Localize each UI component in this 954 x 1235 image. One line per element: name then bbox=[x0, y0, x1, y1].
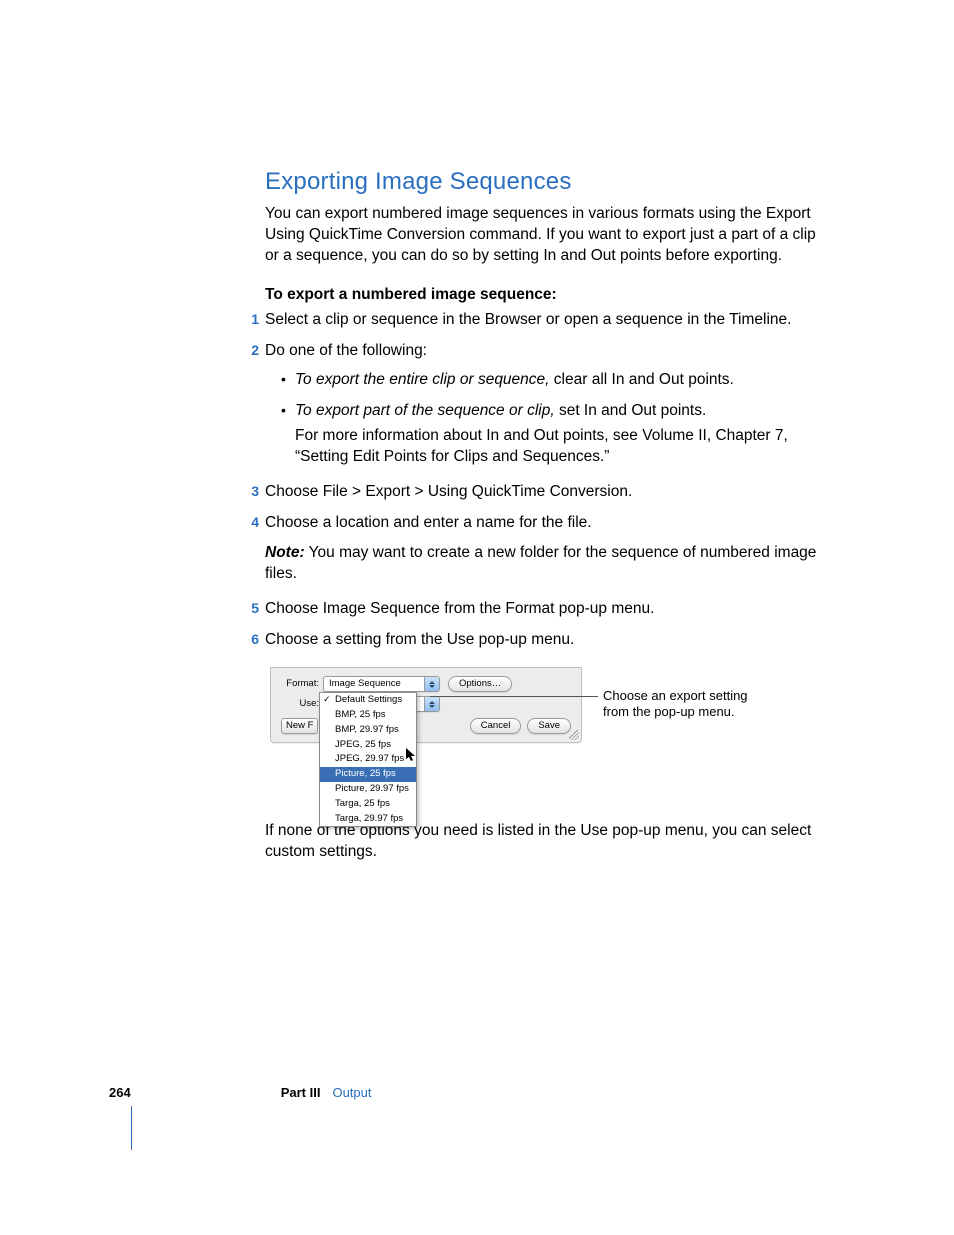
bullet-more: For more information about In and Out po… bbox=[295, 426, 830, 468]
step-number: 4 bbox=[247, 513, 259, 532]
step-5: 5 Choose Image Sequence from the Format … bbox=[265, 599, 830, 620]
format-popup[interactable]: Image Sequence bbox=[323, 676, 440, 692]
step-text: Choose Image Sequence from the Format po… bbox=[265, 600, 654, 617]
dropdown-item[interactable]: Default Settings bbox=[320, 693, 416, 708]
dropdown-item[interactable]: Targa, 29.97 fps bbox=[320, 812, 416, 827]
dialog-figure: Format: Image Sequence Options… Use: bbox=[270, 667, 830, 797]
step-number: 3 bbox=[247, 482, 259, 501]
footer-section: Output bbox=[332, 1084, 371, 1102]
format-popup-value: Image Sequence bbox=[329, 678, 401, 691]
bullet-export-part: To export part of the sequence or clip, … bbox=[281, 401, 830, 468]
step-4-note: Note: You may want to create a new folde… bbox=[265, 543, 830, 585]
mouse-cursor-icon bbox=[406, 748, 416, 762]
steps-list: 1 Select a clip or sequence in the Brows… bbox=[265, 310, 830, 651]
new-folder-button[interactable]: New F bbox=[281, 718, 318, 734]
page-number: 264 bbox=[109, 1084, 131, 1102]
options-button[interactable]: Options… bbox=[448, 676, 512, 692]
bullet-rest: clear all In and Out points. bbox=[549, 371, 733, 388]
bullet-rest: set In and Out points. bbox=[555, 402, 707, 419]
bullet-export-entire: To export the entire clip or sequence, c… bbox=[281, 370, 830, 391]
dropdown-item[interactable]: Picture, 29.97 fps bbox=[320, 782, 416, 797]
step-2: 2 Do one of the following: To export the… bbox=[265, 341, 830, 468]
note-label: Note: bbox=[265, 544, 305, 561]
dropdown-item[interactable]: JPEG, 25 fps bbox=[320, 738, 416, 753]
callout-line bbox=[430, 696, 598, 697]
step-text: Choose a location and enter a name for t… bbox=[265, 514, 592, 531]
resize-grip-icon[interactable] bbox=[569, 730, 579, 740]
intro-paragraph: You can export numbered image sequences … bbox=[265, 204, 830, 267]
content-column: Exporting Image Sequences You can export… bbox=[265, 166, 830, 877]
step-2-bullets: To export the entire clip or sequence, c… bbox=[281, 370, 830, 468]
step-number: 1 bbox=[247, 310, 259, 329]
format-label: Format: bbox=[281, 678, 323, 691]
footer-part: Part III bbox=[281, 1084, 321, 1102]
step-1: 1 Select a clip or sequence in the Brows… bbox=[265, 310, 830, 331]
note-text: You may want to create a new folder for … bbox=[265, 544, 816, 582]
step-4: 4 Choose a location and enter a name for… bbox=[265, 513, 830, 586]
format-row: Format: Image Sequence Options… bbox=[281, 676, 571, 692]
page: Exporting Image Sequences You can export… bbox=[0, 0, 954, 1235]
procedure-heading: To export a numbered image sequence: bbox=[265, 285, 830, 306]
callout-text: Choose an export setting from the pop-up… bbox=[603, 688, 763, 721]
step-text: Choose a setting from the Use pop-up men… bbox=[265, 631, 574, 648]
use-dropdown-menu[interactable]: Default SettingsBMP, 25 fpsBMP, 29.97 fp… bbox=[319, 692, 417, 827]
step-text: Select a clip or sequence in the Browser… bbox=[265, 311, 791, 328]
save-button[interactable]: Save bbox=[527, 718, 571, 734]
bullet-lead: To export the entire clip or sequence, bbox=[295, 371, 549, 388]
step-number: 5 bbox=[247, 599, 259, 618]
stepper-icon bbox=[424, 697, 439, 711]
page-footer: 264 Part III Output bbox=[109, 1084, 371, 1102]
section-heading: Exporting Image Sequences bbox=[265, 166, 830, 198]
bullet-lead: To export part of the sequence or clip, bbox=[295, 402, 555, 419]
dropdown-item[interactable]: BMP, 25 fps bbox=[320, 708, 416, 723]
step-text: Do one of the following: bbox=[265, 342, 427, 359]
dropdown-item[interactable]: Picture, 25 fps bbox=[320, 767, 416, 782]
step-text: Choose File > Export > Using QuickTime C… bbox=[265, 483, 632, 500]
footer-rule bbox=[131, 1106, 132, 1150]
step-number: 2 bbox=[247, 341, 259, 360]
stepper-icon bbox=[424, 677, 439, 691]
step-6: 6 Choose a setting from the Use pop-up m… bbox=[265, 630, 830, 651]
export-dialog: Format: Image Sequence Options… Use: bbox=[270, 667, 582, 743]
cancel-button[interactable]: Cancel bbox=[470, 718, 522, 734]
step-number: 6 bbox=[247, 630, 259, 649]
dropdown-item[interactable]: Targa, 25 fps bbox=[320, 797, 416, 812]
use-label: Use: bbox=[281, 698, 323, 711]
dropdown-item[interactable]: JPEG, 29.97 fps bbox=[320, 752, 416, 767]
step-3: 3 Choose File > Export > Using QuickTime… bbox=[265, 482, 830, 503]
dropdown-item[interactable]: BMP, 29.97 fps bbox=[320, 723, 416, 738]
